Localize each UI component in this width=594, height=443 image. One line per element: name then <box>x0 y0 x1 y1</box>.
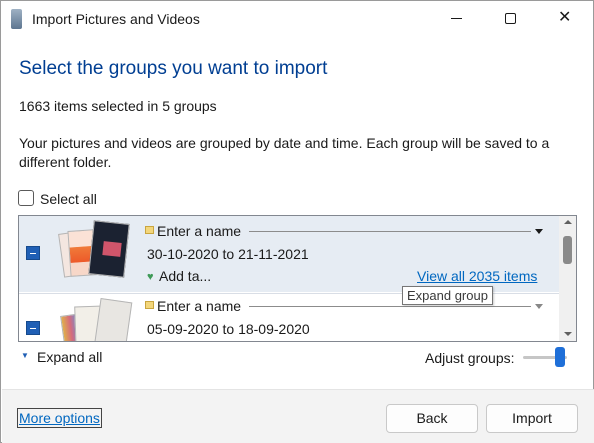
camera-app-icon <box>11 9 22 29</box>
adjust-groups-label: Adjust groups: <box>425 350 515 366</box>
title-bar: Import Pictures and Videos ✕ <box>1 1 593 37</box>
adjust-groups-slider[interactable] <box>523 347 569 369</box>
expand-group-tooltip: Expand group <box>402 286 493 305</box>
group-name-input[interactable]: Enter a name <box>157 298 241 314</box>
group-thumbnails <box>57 296 137 341</box>
close-button[interactable]: ✕ <box>541 1 587 37</box>
dialog-footer: More options Back Import <box>2 389 594 443</box>
add-tags-field[interactable]: Add ta... <box>159 268 211 284</box>
close-icon: ✕ <box>558 9 572 26</box>
view-all-items-link[interactable]: View all 2035 items <box>417 268 537 284</box>
group-date-range: 05-09-2020 to 18-09-2020 <box>147 321 310 337</box>
minimize-icon <box>451 18 462 19</box>
select-all-label: Select all <box>40 191 97 207</box>
folder-icon <box>145 226 154 234</box>
expand-all-label: Expand all <box>37 349 103 365</box>
more-options-link[interactable]: More options <box>17 408 102 428</box>
maximize-icon <box>505 13 516 24</box>
group-name-input[interactable]: Enter a name <box>157 223 241 239</box>
name-underline <box>249 306 531 307</box>
group-thumbnails <box>57 220 137 290</box>
list-scrollbar[interactable] <box>559 216 576 341</box>
chevron-down-icon: ▼ <box>21 351 29 360</box>
group-checkbox[interactable] <box>26 246 40 260</box>
group-date-range: 30-10-2020 to 21-11-2021 <box>147 246 309 262</box>
group-checkbox[interactable] <box>26 321 40 335</box>
window-title: Import Pictures and Videos <box>32 11 200 27</box>
group-row[interactable]: Enter a name 30-10-2020 to 21-11-2021 ♥ … <box>19 216 559 292</box>
maximize-button[interactable] <box>487 1 533 37</box>
minimize-button[interactable] <box>434 1 480 37</box>
name-underline <box>249 231 531 232</box>
page-heading: Select the groups you want to import <box>19 58 328 79</box>
back-button[interactable]: Back <box>386 404 478 433</box>
chevron-down-icon[interactable] <box>535 229 543 234</box>
import-dialog: Import Pictures and Videos ✕ Select the … <box>0 0 594 443</box>
scroll-down-icon[interactable] <box>564 332 572 336</box>
slider-thumb[interactable] <box>555 347 565 367</box>
description-text: Your pictures and videos are grouped by … <box>19 135 550 170</box>
folder-icon <box>145 301 154 309</box>
selection-summary: 1663 items selected in 5 groups <box>19 98 217 114</box>
group-list: Enter a name 30-10-2020 to 21-11-2021 ♥ … <box>18 215 577 342</box>
chevron-down-icon[interactable] <box>535 304 543 309</box>
scroll-up-icon[interactable] <box>564 220 572 224</box>
import-button[interactable]: Import <box>486 404 578 433</box>
scroll-thumb[interactable] <box>563 236 572 264</box>
tag-icon: ♥ <box>147 271 154 283</box>
select-all-checkbox[interactable] <box>18 190 34 206</box>
